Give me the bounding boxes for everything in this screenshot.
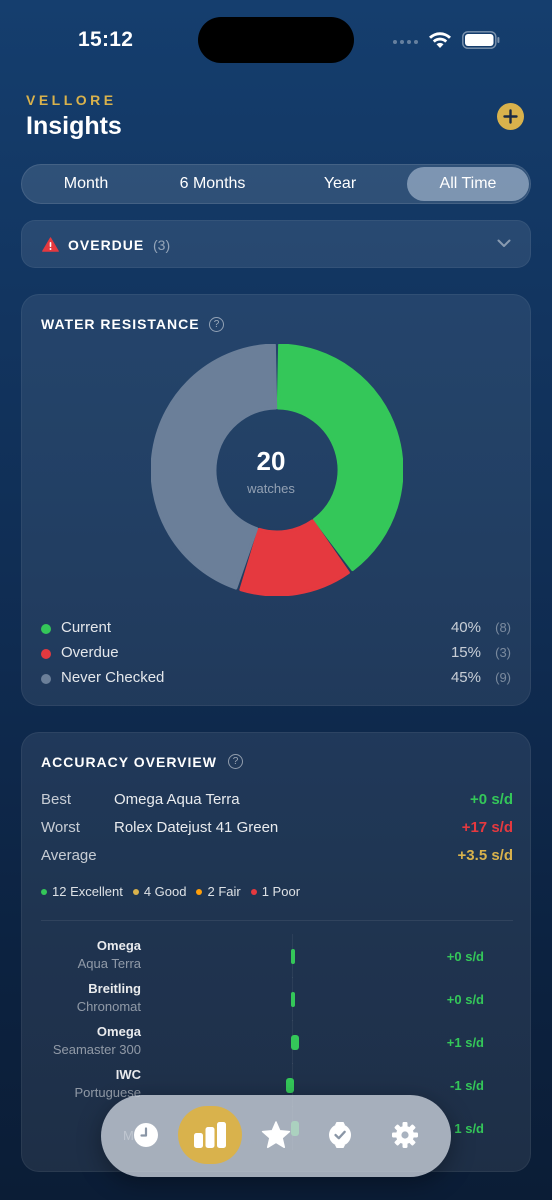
tab-bar bbox=[101, 1095, 451, 1177]
time-range-selector: Month 6 Months Year All Time bbox=[21, 164, 531, 204]
legend-dot-never-checked bbox=[41, 674, 51, 684]
brand-name: VELLORE bbox=[26, 92, 117, 108]
accuracy-bar bbox=[291, 949, 295, 964]
accuracy-average-row: Average +3.5 s/d bbox=[41, 847, 513, 867]
deviation-value: 1 s/d bbox=[454, 1121, 484, 1136]
legend-percent: 40% bbox=[450, 619, 481, 636]
deviation-value: +0 s/d bbox=[446, 949, 484, 964]
legend-percent: 45% bbox=[450, 669, 481, 686]
rating-count-fair: 2 Fair bbox=[196, 884, 241, 899]
accuracy-rating-counts: 12 Excellent 4 Good 2 Fair 1 Poor bbox=[41, 884, 300, 899]
status-time: 15:12 bbox=[78, 28, 134, 51]
tab-insights[interactable] bbox=[178, 1106, 242, 1164]
legend-count: (8) bbox=[495, 620, 511, 635]
legend-count: (9) bbox=[495, 670, 511, 685]
donut-center: 20 watches bbox=[211, 446, 331, 496]
accuracy-bar bbox=[291, 992, 295, 1007]
legend-count: (3) bbox=[495, 645, 511, 660]
bar-chart-icon bbox=[194, 1122, 226, 1148]
cellular-signal-icon bbox=[393, 40, 418, 44]
watch-model: Aqua Terra bbox=[77, 956, 141, 971]
range-option-year[interactable]: Year bbox=[278, 167, 402, 201]
help-icon[interactable]: ? bbox=[209, 317, 224, 332]
chevron-down-icon bbox=[497, 239, 511, 247]
tab-history[interactable] bbox=[114, 1106, 178, 1164]
worst-label: Worst bbox=[41, 819, 80, 836]
overdue-count: (3) bbox=[153, 237, 171, 253]
tab-favorites[interactable] bbox=[244, 1106, 308, 1164]
deviation-value: +1 s/d bbox=[446, 1035, 484, 1050]
accuracy-bar bbox=[286, 1078, 294, 1093]
range-option-month[interactable]: Month bbox=[25, 167, 147, 201]
deviation-value: -1 s/d bbox=[450, 1078, 484, 1093]
gear-icon bbox=[392, 1122, 418, 1148]
legend-item-current: Current 40% (8) bbox=[41, 618, 511, 638]
accuracy-bar-row[interactable]: Omega Seamaster 300 +1 s/d bbox=[22, 1020, 530, 1064]
worst-watch-name: Rolex Datejust 41 Green bbox=[114, 819, 279, 836]
rating-count-poor: 1 Poor bbox=[250, 884, 300, 899]
worst-value: +17 s/d bbox=[461, 819, 513, 836]
rating-count-good: 4 Good bbox=[132, 884, 186, 899]
help-icon[interactable]: ? bbox=[228, 754, 243, 769]
legend-dot-overdue bbox=[41, 649, 51, 659]
range-option-all-time[interactable]: All Time bbox=[407, 167, 529, 201]
water-resistance-card: WATER RESISTANCE ? 20 watches Current 40… bbox=[21, 294, 531, 706]
tab-settings[interactable] bbox=[373, 1106, 437, 1164]
best-watch-name: Omega Aqua Terra bbox=[114, 791, 240, 808]
average-label: Average bbox=[41, 847, 97, 864]
battery-icon bbox=[462, 31, 500, 49]
legend-label: Overdue bbox=[61, 644, 119, 661]
watch-brand: Omega bbox=[96, 1024, 141, 1039]
legend-item-overdue: Overdue 15% (3) bbox=[41, 643, 511, 663]
clock-icon bbox=[134, 1123, 158, 1147]
plus-icon bbox=[503, 109, 518, 124]
watch-brand: IWC bbox=[115, 1067, 141, 1082]
legend-dot-current bbox=[41, 624, 51, 634]
legend-label: Current bbox=[61, 619, 112, 636]
accuracy-bar-row[interactable]: Omega Aqua Terra +0 s/d bbox=[22, 934, 530, 978]
accuracy-bar bbox=[291, 1035, 299, 1050]
accuracy-overview-title: ACCURACY OVERVIEW bbox=[41, 754, 217, 770]
best-label: Best bbox=[41, 791, 72, 808]
watch-model: Seamaster 300 bbox=[52, 1042, 141, 1057]
rating-count-excellent: 12 Excellent bbox=[41, 884, 123, 899]
divider bbox=[41, 920, 513, 921]
total-watches-count: 20 bbox=[256, 446, 286, 476]
total-watches-unit: watches bbox=[247, 481, 295, 496]
watch-model: Chronomat bbox=[76, 999, 141, 1014]
range-option-6-months[interactable]: 6 Months bbox=[149, 167, 276, 201]
average-value: +3.5 s/d bbox=[457, 847, 513, 864]
add-button[interactable] bbox=[497, 103, 524, 130]
best-value: +0 s/d bbox=[470, 791, 513, 808]
overdue-label: OVERDUE bbox=[68, 237, 145, 253]
watch-brand: Omega bbox=[96, 938, 141, 953]
accuracy-worst-row: Worst Rolex Datejust 41 Green +17 s/d bbox=[41, 819, 513, 839]
tab-watches[interactable] bbox=[308, 1106, 372, 1164]
watch-brand: Breitling bbox=[88, 981, 141, 996]
accuracy-bar-row[interactable]: Breitling Chronomat +0 s/d bbox=[22, 977, 530, 1021]
water-resistance-title: WATER RESISTANCE bbox=[41, 316, 200, 332]
legend-item-never-checked: Never Checked 45% (9) bbox=[41, 668, 511, 688]
overdue-section[interactable]: OVERDUE (3) bbox=[21, 220, 531, 268]
accuracy-best-row: Best Omega Aqua Terra +0 s/d bbox=[41, 791, 513, 811]
watch-icon bbox=[329, 1122, 351, 1148]
warning-icon bbox=[42, 237, 59, 252]
dynamic-island bbox=[198, 17, 354, 63]
star-icon bbox=[261, 1121, 291, 1149]
page-title: Insights bbox=[26, 112, 122, 140]
status-bar: 15:12 bbox=[0, 0, 552, 80]
wifi-icon bbox=[429, 32, 451, 48]
legend-label: Never Checked bbox=[61, 669, 165, 686]
deviation-value: +0 s/d bbox=[446, 992, 484, 1007]
legend-percent: 15% bbox=[450, 644, 481, 661]
